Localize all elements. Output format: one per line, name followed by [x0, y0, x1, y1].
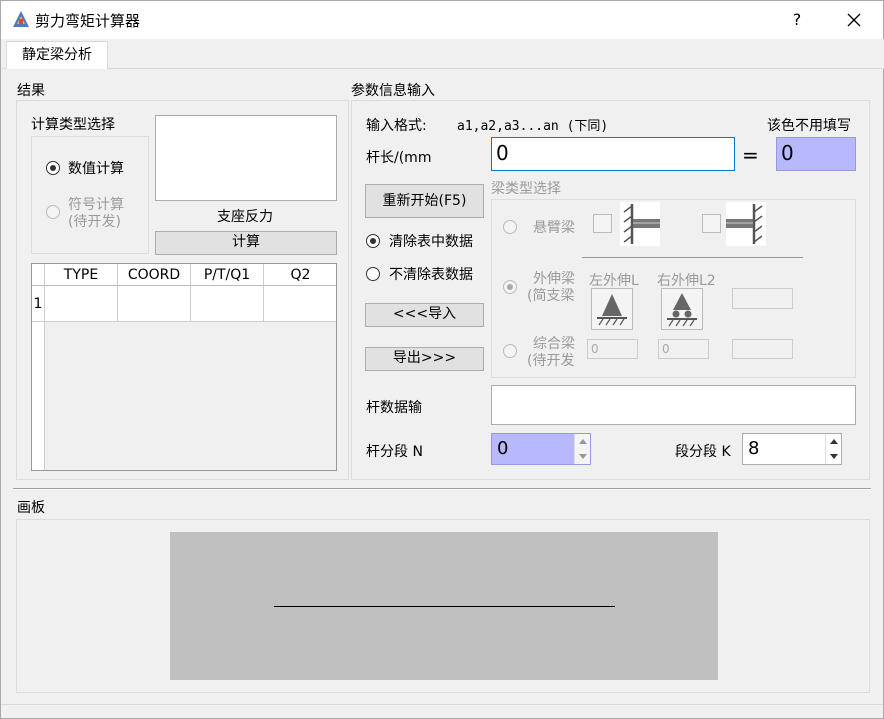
column-header-ptq1[interactable]: P/T/Q1	[191, 264, 264, 286]
roller-support-icon	[661, 288, 703, 330]
table-corner	[32, 264, 45, 286]
reaction-output-box	[155, 115, 337, 201]
equals-sign: =	[742, 143, 759, 167]
help-button[interactable]: ?	[781, 7, 813, 33]
spin-arrows-icon	[579, 439, 587, 459]
table-cell-type[interactable]	[45, 286, 118, 322]
cantilever-label: 悬臂梁	[533, 220, 575, 236]
length-total-field: 0	[776, 137, 856, 171]
overhang-subtitle: (简支梁	[527, 288, 575, 304]
calc-type-label: 计算类型选择	[31, 117, 115, 133]
title-bar: 剪力弯矩计算器 ?	[1, 1, 883, 39]
window-title: 剪力弯矩计算器	[35, 12, 141, 30]
clear-table-radio[interactable]	[366, 234, 380, 248]
column-header-coord[interactable]: COORD	[118, 264, 191, 286]
tab-page: 结果 计算类型选择 数值计算 符号计算 (待开发) 支座反力 计算 TYPE C…	[5, 69, 881, 704]
canvas-group-label: 画板	[17, 500, 45, 516]
results-panel: 计算类型选择 数值计算 符号计算 (待开发) 支座反力 计算 TYPE COOR…	[16, 100, 349, 480]
column-header-q2[interactable]: Q2	[264, 264, 337, 286]
params-group-label: 参数信息输入	[351, 83, 435, 99]
table-header-row: TYPE COORD P/T/Q1 Q2	[32, 264, 336, 286]
left-overhang-label: 左外伸L	[589, 273, 639, 289]
segments-spinbox[interactable]: 0	[491, 433, 591, 465]
keep-table-radio[interactable]	[366, 267, 380, 281]
spin-arrows-icon	[830, 439, 838, 459]
row-index: 1	[32, 286, 45, 322]
section-separator	[13, 488, 871, 490]
segments-value: 0	[497, 438, 509, 459]
seg-count-label: 段分段 K	[675, 444, 731, 460]
length-input[interactable]: 0	[491, 137, 735, 171]
combined-field-3	[732, 339, 793, 359]
segments-label: 杆分段 N	[366, 444, 423, 460]
reaction-label: 支座反力	[217, 209, 273, 225]
table-row[interactable]: 1	[32, 286, 336, 322]
combined-subtitle: (待开发	[527, 353, 575, 369]
beam-type-divider	[582, 257, 803, 258]
beam-type-box: 悬臂梁 外伸梁 (简支梁 左外伸L 右外伸L2 综合梁 (待开发 0 0	[491, 199, 856, 378]
overhang-extra-field	[732, 288, 793, 309]
beam-type-label: 梁类型选择	[491, 181, 561, 197]
keep-table-label: 不清除表数据	[389, 267, 473, 283]
seg-count-spin-arrows[interactable]	[825, 434, 841, 464]
cantilever-radio	[503, 220, 517, 234]
import-button[interactable]: <<<导入	[365, 303, 484, 327]
right-overhang-label: 右外伸L2	[657, 273, 716, 289]
format-value: a1,a2,a3...an (下同)	[457, 119, 609, 134]
cantilever-left-checkbox	[593, 214, 612, 233]
canvas-panel	[16, 519, 870, 693]
restart-button[interactable]: 重新开始(F5)	[365, 184, 484, 218]
clear-table-label: 清除表中数据	[389, 234, 473, 250]
bar-data-label: 杆数据输	[366, 400, 422, 416]
segments-spin-arrows[interactable]	[574, 434, 590, 464]
tab-strip: 静定梁分析	[2, 39, 884, 70]
numeric-calc-label: 数值计算	[68, 161, 124, 177]
export-button[interactable]: 导出>>>	[365, 347, 484, 371]
table-cell-coord[interactable]	[118, 286, 191, 322]
beam-line	[274, 606, 615, 607]
close-icon[interactable]	[836, 7, 872, 33]
combined-field-1: 0	[587, 339, 638, 359]
length-label: 杆长/(mm	[366, 150, 432, 166]
color-hint: 该色不用填写	[767, 118, 851, 134]
calc-type-box: 数值计算 符号计算 (待开发)	[31, 136, 149, 254]
bar-data-input[interactable]	[491, 385, 856, 425]
cantilever-right-checkbox	[702, 214, 721, 233]
calc-button[interactable]: 计算	[155, 231, 337, 255]
numeric-calc-radio[interactable]	[46, 161, 60, 175]
symbolic-calc-radio	[46, 205, 60, 219]
combined-radio	[503, 344, 517, 358]
format-label: 输入格式:	[366, 118, 427, 134]
seg-count-value: 8	[748, 438, 760, 459]
main-window: 剪力弯矩计算器 ? 静定梁分析 结果 计算类型选择 数值计算 符号计算 (待开发…	[0, 0, 884, 719]
bottom-border	[1, 704, 883, 718]
drawing-canvas[interactable]	[170, 532, 718, 680]
app-logo-icon	[13, 11, 29, 27]
right-fixed-support-icon	[726, 202, 766, 246]
combined-field-2: 0	[658, 339, 709, 359]
overhang-radio	[503, 280, 517, 294]
left-fixed-support-icon	[620, 202, 660, 246]
results-group-label: 结果	[17, 83, 45, 99]
table-cell-ptq1[interactable]	[191, 286, 264, 322]
seg-count-spinbox[interactable]: 8	[742, 433, 842, 465]
pin-support-icon	[591, 288, 633, 330]
data-table[interactable]: TYPE COORD P/T/Q1 Q2 1	[31, 263, 337, 471]
column-header-type[interactable]: TYPE	[45, 264, 118, 286]
symbolic-calc-subtitle: (待开发)	[68, 214, 121, 230]
tab-static-beam-analysis[interactable]: 静定梁分析	[6, 41, 108, 70]
table-cell-q2[interactable]	[264, 286, 336, 322]
params-panel: 输入格式: a1,a2,a3...an (下同) 该色不用填写 杆长/(mm 0…	[351, 100, 870, 480]
